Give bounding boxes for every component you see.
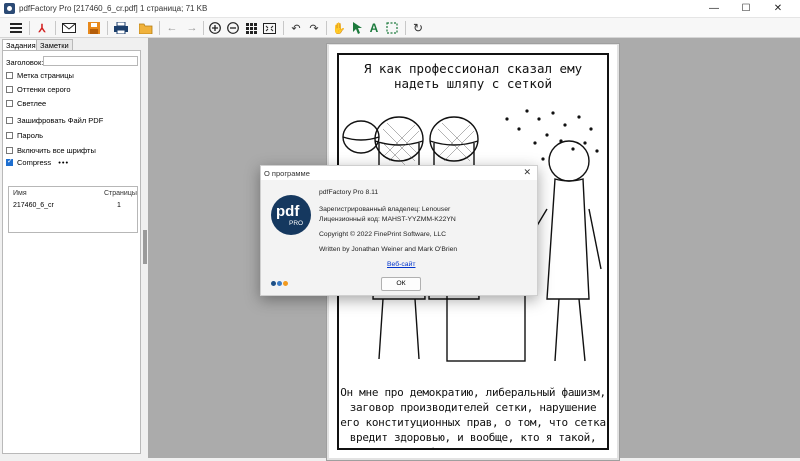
mail-icon[interactable] (61, 20, 77, 36)
close-button[interactable]: ✕ (764, 0, 792, 18)
brand-dot (283, 281, 288, 286)
checkbox-box[interactable] (6, 99, 13, 107)
job-pages[interactable]: 1 (117, 202, 121, 209)
checkbox-box[interactable] (6, 146, 13, 154)
checkbox-password[interactable]: Пароль (6, 130, 43, 140)
checkbox-label: Compress (17, 157, 52, 167)
checkbox-box[interactable] (6, 116, 13, 124)
checkbox-embed-fonts[interactable]: Включить все шрифты (6, 145, 96, 155)
checkbox-encrypt[interactable]: Зашифровать Файл PDF (6, 115, 103, 125)
comic-caption-bottom: Он мне про демократию, либеральный фашиз… (340, 386, 606, 448)
title-field[interactable] (43, 56, 138, 66)
app-icon (4, 3, 15, 14)
checkbox-compress[interactable]: Compress ••• (6, 157, 69, 167)
toolbar-separator (107, 21, 108, 35)
brand-dot (277, 281, 282, 286)
brand-dot (271, 281, 276, 286)
minimize-button[interactable]: — (700, 0, 728, 18)
back-icon[interactable]: ← (164, 20, 180, 36)
copyright: Copyright © 2022 FinePrint Software, LLC (319, 231, 447, 238)
toolbar-separator (203, 21, 204, 35)
title-field-label: Заголовок: (6, 58, 44, 67)
fit-page-icon[interactable] (261, 20, 277, 36)
job-name[interactable]: 217460_6_cr (13, 202, 54, 209)
redo-icon[interactable]: ↷ (306, 20, 322, 36)
brand-dots (271, 281, 288, 286)
tasks-pane: Заголовок: Метка страницы Оттенки серого… (2, 50, 141, 454)
license-code: Лицензионный код: MAHST-YYZMM-K22YN (319, 216, 456, 223)
job-list[interactable]: Имя Страницы 217460_6_cr 1 (8, 186, 138, 233)
toolbar-separator (55, 21, 56, 35)
website-link[interactable]: Веб-сайт (387, 261, 415, 268)
checkbox-grayscale[interactable]: Оттенки серого (6, 84, 71, 94)
pdffactory-logo: pdf PRO (271, 195, 311, 235)
checkbox-label: Оттенки серого (17, 84, 71, 94)
authors: Written by Jonathan Weiner and Mark O'Br… (319, 246, 458, 253)
zoom-in-icon[interactable] (207, 20, 223, 36)
checkbox-box[interactable] (6, 71, 13, 79)
registered-owner: Зарегистрированный владелец: Lenouser (319, 206, 451, 213)
checkbox-label: Пароль (17, 130, 44, 140)
about-dialog: О программе ✕ pdf PRO pdfFactory Pro 8.1… (260, 165, 538, 296)
dialog-close-button[interactable]: ✕ (523, 167, 531, 178)
open-icon[interactable] (138, 20, 154, 36)
toolbar-separator (326, 21, 327, 35)
checkbox-box[interactable] (6, 157, 13, 166)
product-name: pdfFactory Pro 8.11 (319, 189, 379, 196)
toolbar: ⅄ ← → ↶ ↷ ✋ A ↻ (0, 18, 800, 38)
text-select-icon[interactable]: A (366, 20, 382, 36)
splitter-handle[interactable] (143, 230, 147, 264)
toolbar-separator (283, 21, 284, 35)
grid-icon[interactable] (243, 20, 259, 36)
column-header-pages[interactable]: Страницы (104, 190, 137, 197)
title-bar: pdfFactory Pro [217460_6_cr.pdf] 1 стран… (0, 0, 800, 18)
checkbox-box[interactable] (6, 131, 13, 139)
forward-icon[interactable]: → (184, 20, 200, 36)
checkbox-label: Включить все шрифты (17, 145, 96, 155)
maximize-button[interactable]: ☐ (732, 0, 760, 18)
logo-text: pdf (276, 203, 300, 220)
pdf-icon[interactable]: ⅄ (34, 20, 50, 36)
hand-icon[interactable]: ✋ (331, 20, 347, 36)
compress-options-button[interactable]: ••• (58, 158, 69, 167)
refresh-icon[interactable]: ↻ (410, 20, 426, 36)
area-select-icon[interactable] (384, 20, 400, 36)
logo-subtext: PRO (289, 220, 304, 227)
column-header-name[interactable]: Имя (13, 190, 27, 197)
toolbar-separator (29, 21, 30, 35)
save-icon[interactable] (86, 20, 102, 36)
toolbar-separator (159, 21, 160, 35)
checkbox-lighter[interactable]: Светлее (6, 98, 46, 108)
ok-button[interactable]: ОК (381, 277, 421, 291)
toolbar-separator (405, 21, 406, 35)
window-title: pdfFactory Pro [217460_6_cr.pdf] 1 стран… (19, 4, 208, 13)
menu-icon[interactable] (8, 20, 24, 36)
checkbox-label: Зашифровать Файл PDF (17, 115, 104, 125)
checkbox-box[interactable] (6, 85, 13, 93)
checkbox-label: Светлее (17, 98, 47, 108)
dialog-title: О программе (264, 169, 310, 178)
zoom-out-icon[interactable] (225, 20, 241, 36)
dialog-title-bar: О программе ✕ (261, 166, 537, 180)
print-icon[interactable] (113, 20, 129, 36)
checkbox-page-label[interactable]: Метка страницы (6, 70, 74, 80)
undo-icon[interactable]: ↶ (288, 20, 304, 36)
comic-caption-top: Я как профессионал сказал ему надеть шля… (363, 61, 583, 91)
checkbox-label: Метка страницы (17, 70, 74, 80)
left-panel: Задания Заметки Заголовок: Метка страниц… (0, 38, 148, 458)
pointer-icon[interactable] (349, 20, 365, 36)
